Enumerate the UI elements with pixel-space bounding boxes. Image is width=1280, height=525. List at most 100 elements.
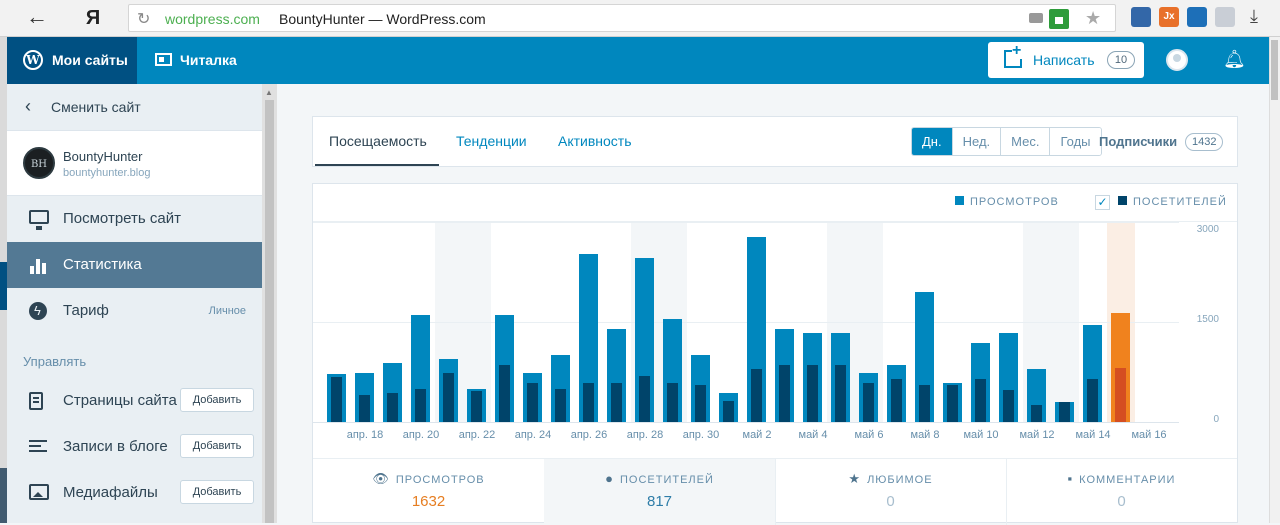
- x-tick-label: май 2: [742, 429, 772, 441]
- sidebar-item-view-site[interactable]: Посмотреть сайт: [7, 196, 262, 242]
- followers-count-badge: 1432: [1185, 133, 1224, 151]
- gridline: [313, 322, 1179, 323]
- bar-visitors[interactable]: [1059, 402, 1070, 422]
- switch-site-button[interactable]: ‹ Сменить сайт: [7, 84, 262, 130]
- summary-comments-value: 0: [1117, 493, 1126, 510]
- summary-views-label: ПРОСМОТРОВ: [395, 474, 485, 486]
- bar-visitors[interactable]: [387, 392, 398, 422]
- summary-likes[interactable]: ★ ЛЮБИМОЕ 0: [775, 459, 1006, 525]
- bar-visitors[interactable]: [1115, 367, 1126, 422]
- x-tick-label: май 14: [1075, 429, 1111, 441]
- shield-extension-icon[interactable]: [1215, 7, 1235, 27]
- bar-visitors[interactable]: [1031, 404, 1042, 422]
- tab-insights[interactable]: Тенденции: [456, 133, 527, 149]
- bar-visitors[interactable]: [891, 379, 902, 422]
- summary-views[interactable]: 👁︎ ПРОСМОТРОВ 1632: [313, 459, 544, 525]
- back-arrow-icon[interactable]: ←: [22, 6, 52, 30]
- bookmark-star-icon[interactable]: ★: [1085, 8, 1101, 29]
- summary-comments[interactable]: ▪ КОММЕНТАРИИ 0: [1006, 459, 1237, 525]
- jx-extension-icon[interactable]: Jx: [1159, 7, 1179, 27]
- pages-icon: [29, 392, 43, 410]
- legend-views-swatch: [955, 196, 964, 205]
- summary-visitors[interactable]: ● ПОСЕТИТЕЛЕЙ 817: [544, 459, 775, 525]
- message-icon[interactable]: [1029, 13, 1043, 23]
- media-icon: [29, 484, 49, 500]
- bar-visitors[interactable]: [583, 382, 594, 422]
- drafts-count-badge[interactable]: 10: [1107, 51, 1135, 69]
- add-post-button[interactable]: Добавить: [180, 434, 254, 458]
- star-icon: ★: [848, 471, 862, 486]
- summary-likes-label: ЛЮБИМОЕ: [867, 474, 933, 486]
- sidebar-item-plan[interactable]: Тариф Личное: [7, 288, 262, 334]
- add-page-button[interactable]: Добавить: [180, 388, 254, 412]
- bar-visitors[interactable]: [695, 385, 706, 422]
- sidebar-item-label: Медиафайлы: [63, 484, 158, 501]
- page-scrollbar-thumb[interactable]: [1271, 40, 1278, 100]
- bar-visitors[interactable]: [443, 372, 454, 422]
- tab-traffic[interactable]: Посещаемость: [329, 133, 427, 149]
- legend-visitors[interactable]: ПОСЕТИТЕЛЕЙ: [1118, 196, 1227, 208]
- bar-visitors[interactable]: [639, 376, 650, 422]
- reader-button[interactable]: Читалка: [155, 52, 237, 68]
- period-week-button[interactable]: Нед.: [951, 128, 1001, 155]
- eye-extension-icon[interactable]: [1131, 7, 1151, 27]
- scroll-up-arrow-icon[interactable]: ▲: [265, 88, 273, 97]
- reader-icon: [155, 53, 172, 66]
- bar-visitors[interactable]: [975, 379, 986, 422]
- sidebar-item-media[interactable]: Медиафайлы Добавить: [7, 470, 262, 516]
- sidebar-item-label: Статистика: [63, 256, 142, 273]
- bar-visitors[interactable]: [723, 400, 734, 422]
- bar-visitors[interactable]: [947, 385, 958, 422]
- summary-likes-value: 0: [886, 493, 895, 510]
- current-site-card[interactable]: BH BountyHunter bountyhunter.blog: [7, 130, 262, 196]
- linkedin-extension-icon[interactable]: [1187, 7, 1207, 27]
- site-domain: bountyhunter.blog: [63, 167, 151, 179]
- bar-visitors[interactable]: [863, 382, 874, 422]
- bar-visitors[interactable]: [1003, 390, 1014, 422]
- bar-visitors[interactable]: [779, 365, 790, 422]
- y-tick-label: 3000: [1196, 224, 1219, 235]
- sidebar-item-pages[interactable]: Страницы сайта Добавить: [7, 378, 262, 424]
- sidebar-item-posts[interactable]: Записи в блоге Добавить: [7, 424, 262, 470]
- site-name: BountyHunter: [63, 149, 143, 164]
- tab-activity[interactable]: Активность: [558, 133, 632, 149]
- bar-visitors[interactable]: [611, 382, 622, 422]
- manage-heading: Управлять: [23, 354, 87, 369]
- url-page-title: BountyHunter — WordPress.com: [279, 11, 486, 27]
- period-month-button[interactable]: Мес.: [1000, 128, 1050, 155]
- bar-visitors[interactable]: [331, 376, 342, 422]
- write-button[interactable]: Написать 10: [988, 42, 1144, 78]
- followers-link[interactable]: Подписчики: [1099, 134, 1177, 149]
- visitors-toggle-checkbox[interactable]: ✓: [1095, 195, 1110, 210]
- bar-visitors[interactable]: [919, 385, 930, 422]
- sidebar-scrollbar-thumb[interactable]: [265, 100, 274, 523]
- period-year-button[interactable]: Годы: [1049, 128, 1101, 155]
- bar-visitors[interactable]: [807, 365, 818, 422]
- x-tick-label: апр. 18: [346, 429, 384, 441]
- bar-visitors[interactable]: [499, 365, 510, 422]
- download-icon[interactable]: ⤓: [1250, 6, 1258, 27]
- add-media-button[interactable]: Добавить: [180, 480, 254, 504]
- x-tick-label: апр. 22: [458, 429, 496, 441]
- bar-visitors[interactable]: [415, 389, 426, 422]
- bar-visitors[interactable]: [835, 365, 846, 422]
- my-sites-button[interactable]: W Мои сайты: [7, 37, 137, 84]
- reload-icon[interactable]: ↻: [137, 9, 150, 29]
- profile-avatar[interactable]: [1166, 49, 1188, 71]
- period-day-button[interactable]: Дн.: [912, 128, 952, 155]
- bar-visitors[interactable]: [527, 382, 538, 422]
- yandex-icon[interactable]: Я: [80, 6, 106, 30]
- bar-visitors[interactable]: [555, 389, 566, 422]
- lock-icon[interactable]: [1049, 9, 1069, 29]
- notifications-bell-icon[interactable]: 🔔︎: [1223, 49, 1246, 69]
- sidebar: ‹ Сменить сайт BH BountyHunter bountyhun…: [7, 84, 262, 523]
- bar-visitors[interactable]: [1087, 378, 1098, 422]
- bar-visitors[interactable]: [667, 382, 678, 422]
- sidebar-item-stats[interactable]: Статистика: [7, 242, 262, 288]
- bar-visitors[interactable]: [359, 395, 370, 422]
- legend-views[interactable]: ПРОСМОТРОВ: [955, 196, 1059, 208]
- address-bar[interactable]: ↻ wordpress.com BountyHunter — WordPress…: [128, 4, 1116, 32]
- bar-visitors[interactable]: [751, 368, 762, 422]
- bar-visitors[interactable]: [471, 391, 482, 422]
- page-scrollbar[interactable]: [1269, 37, 1280, 523]
